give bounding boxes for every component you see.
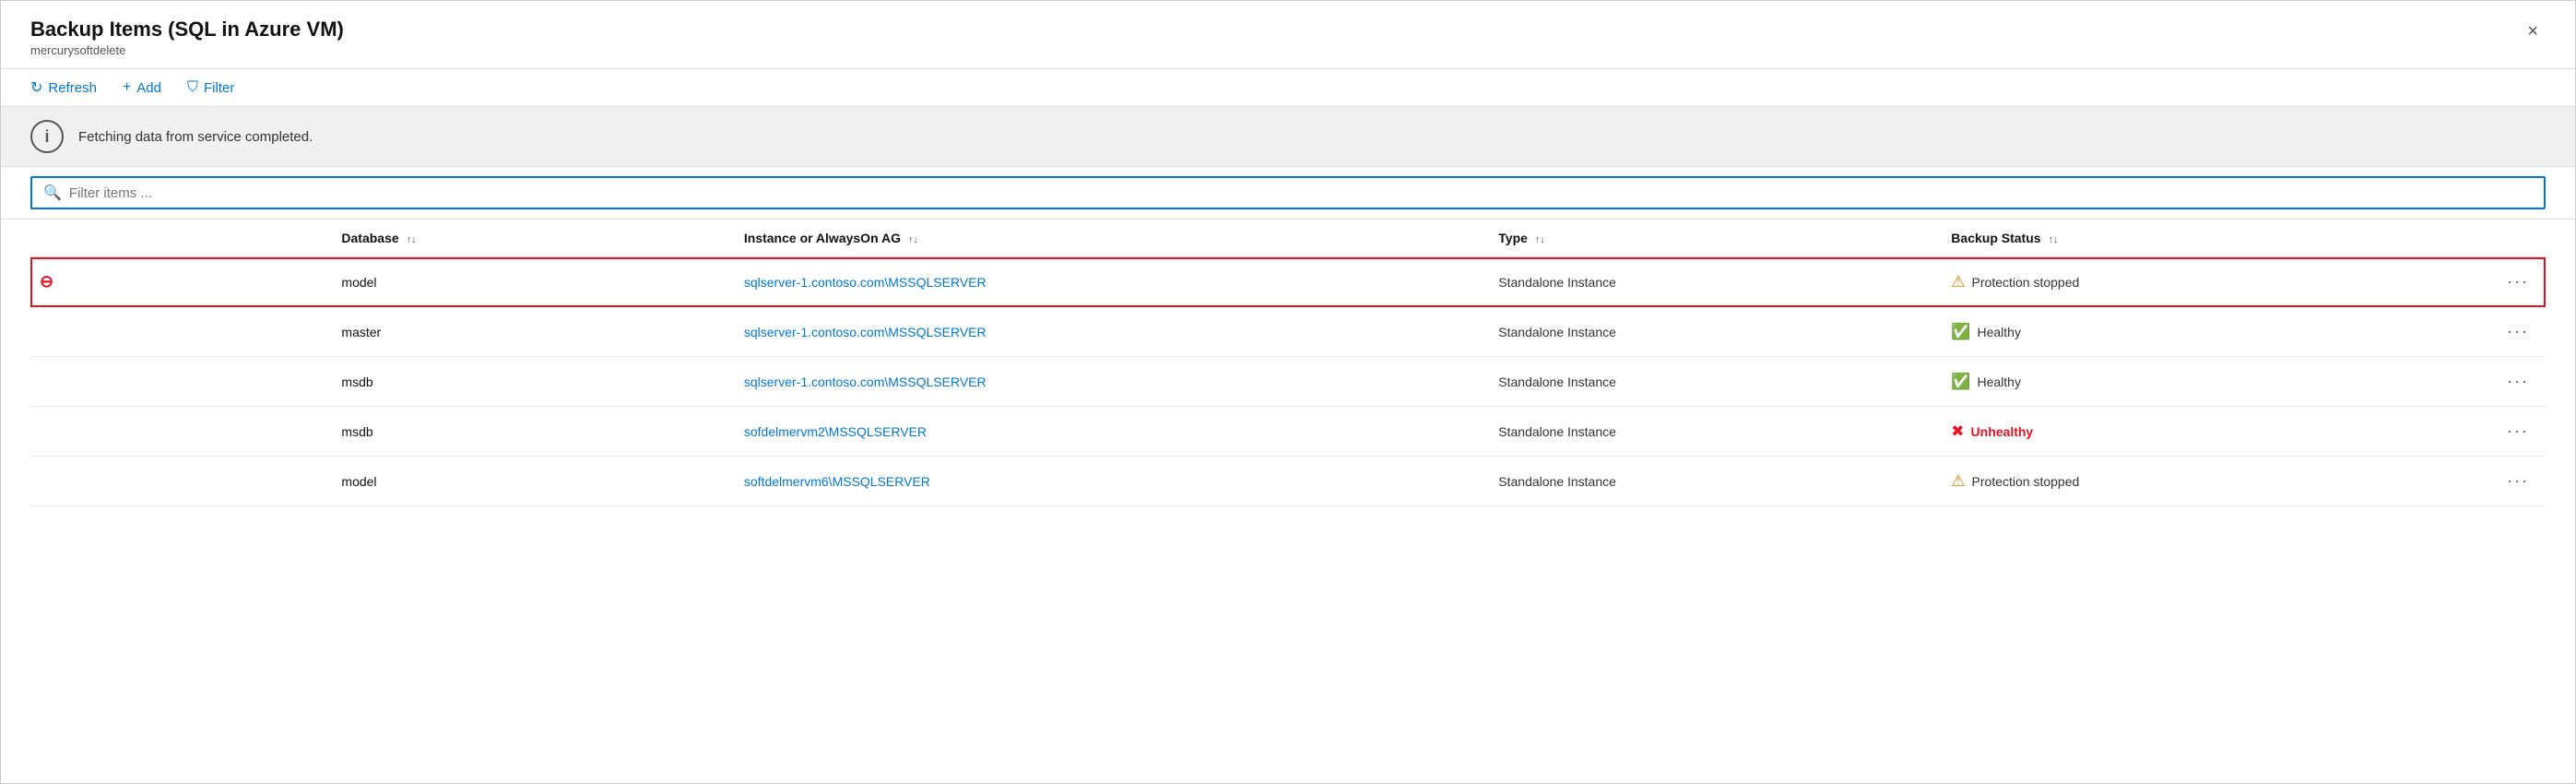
close-button[interactable]: × xyxy=(2520,18,2546,46)
row-icon-cell: ⊖ xyxy=(30,257,332,307)
table-row: model softdelmervm6\MSSQLSERVER Standalone… xyxy=(30,457,2546,506)
header-title-group: Backup Items (SQL in Azure VM) mercuryso… xyxy=(30,18,344,57)
row-database: master xyxy=(332,307,734,357)
status-wrap: ✅ Healthy xyxy=(1951,373,2436,391)
status-badge: Healthy xyxy=(1977,325,2020,339)
add-icon: + xyxy=(123,79,131,96)
row-type: Standalone Instance xyxy=(1489,357,1942,407)
filter-label: Filter xyxy=(204,80,234,96)
table-row: master sqlserver-1.contoso.com\MSSQLSERVE… xyxy=(30,307,2546,357)
backup-items-table: Database ↑↓ Instance or AlwaysOn AG ↑↓ T… xyxy=(30,220,2546,506)
row-status: ⚠ Protection stopped xyxy=(1942,457,2445,506)
status-wrap: ✅ Healthy xyxy=(1951,323,2436,341)
table-row: msdb sofdelmervm2\MSSQLSERVER Standalone I… xyxy=(30,407,2546,457)
status-wrap: ✖ Unhealthy xyxy=(1951,422,2436,441)
col-header-more xyxy=(2445,220,2546,257)
filter-button[interactable]: ⛉ Filter xyxy=(187,79,234,96)
info-bar: i Fetching data from service completed. xyxy=(1,107,2575,167)
more-options-button[interactable]: ··· xyxy=(2499,420,2536,443)
row-instance[interactable]: sqlserver-1.contoso.com\MSSQLSERVER xyxy=(735,257,1489,307)
more-options-button[interactable]: ··· xyxy=(2499,469,2536,493)
col-header-database: Database ↑↓ xyxy=(332,220,734,257)
row-icon-cell xyxy=(30,457,332,506)
row-status: ⚠ Protection stopped xyxy=(1942,257,2445,307)
refresh-label: Refresh xyxy=(48,80,97,96)
table-container: Database ↑↓ Instance or AlwaysOn AG ↑↓ T… xyxy=(1,220,2575,783)
col-header-status: Backup Status ↑↓ xyxy=(1942,220,2445,257)
search-icon: 🔍 xyxy=(43,184,62,202)
col-header-type: Type ↑↓ xyxy=(1489,220,1942,257)
info-icon: i xyxy=(30,120,64,153)
instance-link[interactable]: sqlserver-1.contoso.com\MSSQLSERVER xyxy=(744,374,987,389)
search-input[interactable] xyxy=(69,185,2533,201)
row-status: ✅ Healthy xyxy=(1942,357,2445,407)
row-more-cell: ··· xyxy=(2445,257,2546,307)
row-type: Standalone Instance xyxy=(1489,457,1942,506)
healthy-icon: ✅ xyxy=(1951,323,1970,341)
more-options-button[interactable]: ··· xyxy=(2499,270,2536,293)
instance-link[interactable]: sofdelmervm2\MSSQLSERVER xyxy=(744,424,927,439)
add-button[interactable]: + Add xyxy=(123,79,161,96)
info-message: Fetching data from service completed. xyxy=(78,129,313,145)
row-type: Standalone Instance xyxy=(1489,257,1942,307)
add-label: Add xyxy=(136,80,161,96)
status-badge: Protection stopped xyxy=(1972,474,2080,489)
status-badge: Unhealthy xyxy=(1971,424,2034,439)
more-options-button[interactable]: ··· xyxy=(2499,370,2536,393)
filter-icon: ⛉ xyxy=(187,79,198,96)
row-database: model xyxy=(332,457,734,506)
status-badge: Protection stopped xyxy=(1972,275,2080,290)
row-type: Standalone Instance xyxy=(1489,407,1942,457)
row-type: Standalone Instance xyxy=(1489,307,1942,357)
warning-icon: ⚠ xyxy=(1951,273,1965,291)
error-icon: ✖ xyxy=(1951,422,1964,441)
sort-icon-type[interactable]: ↑↓ xyxy=(1535,234,1545,245)
col-header-icon xyxy=(30,220,332,257)
refresh-icon: ↻ xyxy=(30,78,42,97)
panel-title: Backup Items (SQL in Azure VM) xyxy=(30,18,344,42)
sort-icon-instance[interactable]: ↑↓ xyxy=(908,234,918,245)
status-wrap: ⚠ Protection stopped xyxy=(1951,273,2436,291)
col-header-instance: Instance or AlwaysOn AG ↑↓ xyxy=(735,220,1489,257)
row-icon-cell xyxy=(30,357,332,407)
row-instance[interactable]: softdelmervm6\MSSQLSERVER xyxy=(735,457,1489,506)
row-icon-cell xyxy=(30,407,332,457)
row-database: msdb xyxy=(332,407,734,457)
search-bar: 🔍 xyxy=(1,167,2575,220)
search-input-wrap: 🔍 xyxy=(30,176,2546,209)
row-instance[interactable]: sqlserver-1.contoso.com\MSSQLSERVER xyxy=(735,307,1489,357)
row-instance[interactable]: sqlserver-1.contoso.com\MSSQLSERVER xyxy=(735,357,1489,407)
sort-icon-status[interactable]: ↑↓ xyxy=(2048,234,2058,245)
status-wrap: ⚠ Protection stopped xyxy=(1951,472,2436,491)
row-status: ✅ Healthy xyxy=(1942,307,2445,357)
toolbar: ↻ Refresh + Add ⛉ Filter xyxy=(1,69,2575,107)
instance-link[interactable]: sqlserver-1.contoso.com\MSSQLSERVER xyxy=(744,275,987,290)
row-instance[interactable]: sofdelmervm2\MSSQLSERVER xyxy=(735,407,1489,457)
table-row: ⊖ model sqlserver-1.contoso.com\MSSQLSERVE… xyxy=(30,257,2546,307)
main-panel: Backup Items (SQL in Azure VM) mercuryso… xyxy=(0,0,2576,784)
row-more-cell: ··· xyxy=(2445,307,2546,357)
row-more-cell: ··· xyxy=(2445,457,2546,506)
panel-subtitle: mercurysoftdelete xyxy=(30,43,344,57)
sort-icon-database[interactable]: ↑↓ xyxy=(407,234,417,245)
instance-link[interactable]: sqlserver-1.contoso.com\MSSQLSERVER xyxy=(744,325,987,339)
row-database: model xyxy=(332,257,734,307)
panel-header: Backup Items (SQL in Azure VM) mercuryso… xyxy=(1,1,2575,69)
row-database: msdb xyxy=(332,357,734,407)
row-icon-cell xyxy=(30,307,332,357)
more-options-button[interactable]: ··· xyxy=(2499,320,2536,343)
table-row: msdb sqlserver-1.contoso.com\MSSQLSERVER S… xyxy=(30,357,2546,407)
row-more-cell: ··· xyxy=(2445,407,2546,457)
warning-icon: ⚠ xyxy=(1951,472,1965,491)
row-more-cell: ··· xyxy=(2445,357,2546,407)
row-status: ✖ Unhealthy xyxy=(1942,407,2445,457)
instance-link[interactable]: softdelmervm6\MSSQLSERVER xyxy=(744,474,930,489)
healthy-icon: ✅ xyxy=(1951,373,1970,391)
refresh-button[interactable]: ↻ Refresh xyxy=(30,78,97,97)
stop-icon: ⊖ xyxy=(40,272,53,291)
table-header-row: Database ↑↓ Instance or AlwaysOn AG ↑↓ T… xyxy=(30,220,2546,257)
status-badge: Healthy xyxy=(1977,374,2020,389)
